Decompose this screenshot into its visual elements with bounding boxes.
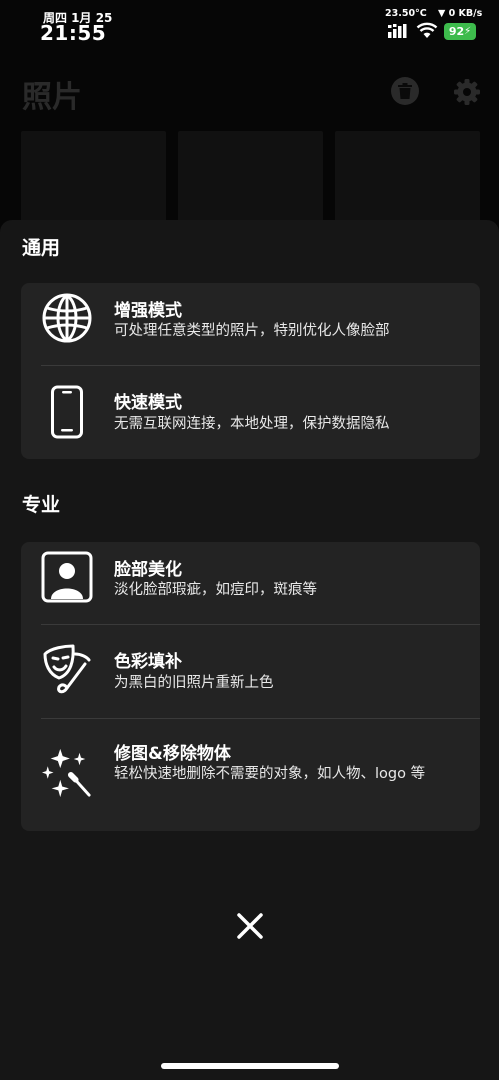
home-indicator[interactable] — [161, 1063, 339, 1069]
photo-thumbnail[interactable] — [21, 131, 166, 226]
mode-item-enhance[interactable]: 增强模式 可处理任意类型的照片，特别优化人像脸部 — [21, 283, 480, 365]
section-title-general: 通用 — [22, 237, 61, 259]
portrait-icon — [41, 551, 93, 603]
item-title: 快速模式 — [114, 393, 182, 413]
item-title: 修图&移除物体 — [114, 744, 231, 764]
mode-item-colorize[interactable]: 色彩填补 为黑白的旧照片重新上色 — [21, 625, 480, 718]
section-title-pro: 专业 — [22, 494, 61, 516]
item-description: 无需互联网连接，本地处理，保护数据隐私 — [114, 416, 390, 432]
photo-thumbnail[interactable] — [335, 131, 480, 226]
phone-icon — [41, 385, 93, 439]
item-description: 为黑白的旧照片重新上色 — [114, 675, 274, 691]
palette-mask-icon — [41, 642, 93, 694]
item-title: 脸部美化 — [114, 560, 182, 580]
status-network-speed: ▼ 0 KB/s — [438, 8, 483, 19]
general-card: 增强模式 可处理任意类型的照片，特别优化人像脸部 快速模式 无需互联网连接，本地… — [21, 283, 480, 459]
page-title: 照片 — [22, 80, 82, 115]
status-time: 21:55 — [40, 21, 107, 45]
magic-wand-icon — [41, 747, 93, 799]
mode-bottom-sheet: 通用 增强模式 可处理任意类型的照片，特别优化人像脸部 快速模式 无需互联网连接… — [0, 220, 499, 1080]
status-bar: 周四 1月 25 21:55 23.50°C ▼ 0 KB/s 92 ⚡ — [0, 0, 499, 48]
trash-icon[interactable] — [391, 77, 419, 105]
trash-glyph — [398, 83, 412, 99]
signal-icon — [388, 24, 407, 38]
close-icon[interactable] — [234, 910, 266, 942]
globe-icon — [41, 292, 93, 344]
battery-level: 92 — [448, 25, 465, 38]
wifi-icon — [416, 22, 438, 38]
item-title: 色彩填补 — [114, 652, 182, 672]
item-title: 增强模式 — [114, 301, 182, 321]
item-description: 轻松快速地删除不需要的对象，如人物、logo 等 — [114, 766, 426, 782]
mode-item-fast[interactable]: 快速模式 无需互联网连接，本地处理，保护数据隐私 — [21, 366, 480, 459]
gear-icon[interactable] — [452, 77, 482, 107]
screen: 周四 1月 25 21:55 23.50°C ▼ 0 KB/s 92⚡ 照片 — [0, 0, 499, 1080]
status-temperature: 23.50°C — [385, 8, 427, 19]
item-description: 淡化脸部瑕疵，如痘印，斑痕等 — [114, 582, 317, 598]
mode-item-face-beautify[interactable]: 脸部美化 淡化脸部瑕疵，如痘印，斑痕等 — [21, 542, 480, 624]
photo-thumbnail[interactable] — [178, 131, 323, 226]
mode-item-retouch[interactable]: 修图&移除物体 轻松快速地删除不需要的对象，如人物、logo 等 — [21, 719, 480, 831]
battery-charging-icon: 92 ⚡ — [444, 23, 476, 40]
pro-card: 脸部美化 淡化脸部瑕疵，如痘印，斑痕等 色彩填补 为黑白的旧照片重新上色 修图&… — [21, 542, 480, 831]
item-description: 可处理任意类型的照片，特别优化人像脸部 — [114, 323, 390, 339]
